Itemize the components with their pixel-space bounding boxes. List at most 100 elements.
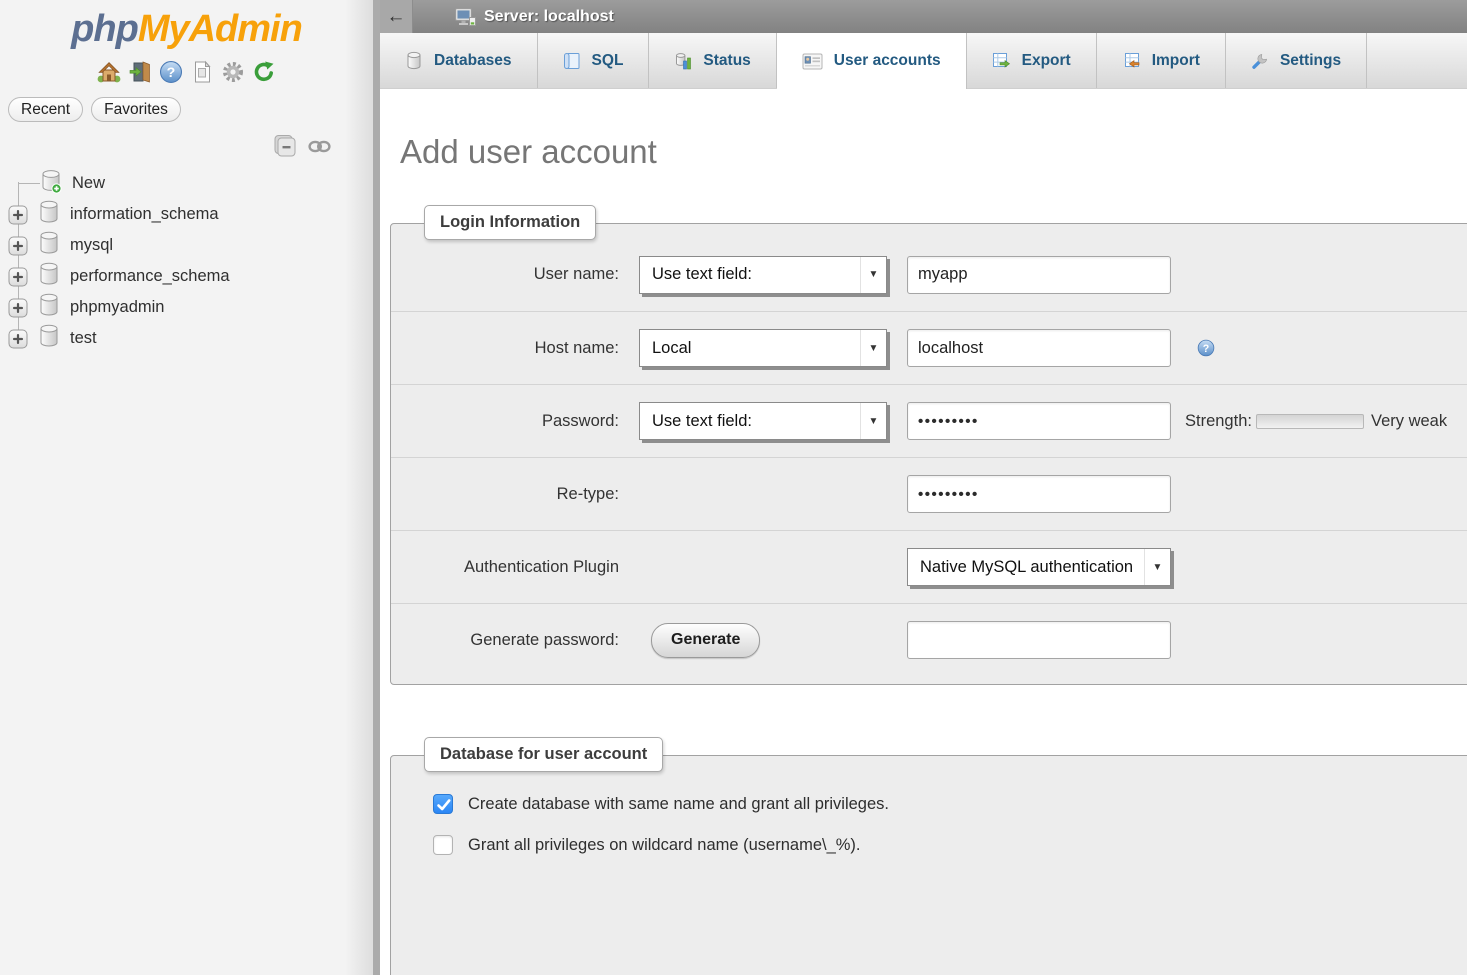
password-input[interactable] bbox=[907, 402, 1171, 440]
sql-icon bbox=[563, 52, 581, 70]
top-tab-bar: Databases SQL bbox=[380, 33, 1467, 89]
generate-button[interactable]: Generate bbox=[651, 623, 760, 658]
server-breadcrumb-bar: ← Server: localhost bbox=[380, 0, 1467, 33]
import-icon bbox=[1122, 52, 1141, 70]
tab-label: Settings bbox=[1280, 52, 1341, 70]
expand-plus-icon[interactable] bbox=[8, 205, 28, 225]
username-input[interactable] bbox=[907, 256, 1171, 294]
chevron-down-icon: ▼ bbox=[860, 330, 886, 366]
sidebar-resizer[interactable] bbox=[373, 0, 380, 975]
auth-plugin-row: Authentication Plugin Native MySQL authe… bbox=[391, 530, 1467, 603]
link-with-main-panel-icon[interactable] bbox=[308, 139, 331, 154]
svg-text:?: ? bbox=[167, 65, 176, 81]
tree-item-database[interactable]: mysql bbox=[0, 230, 373, 261]
documentation-icon[interactable] bbox=[190, 60, 214, 84]
expand-plus-icon[interactable] bbox=[8, 329, 28, 349]
collapse-all-icon[interactable] bbox=[272, 134, 299, 159]
retype-label: Re-type: bbox=[391, 485, 619, 504]
tab-databases[interactable]: Databases bbox=[380, 33, 538, 88]
database-for-user-legend: Database for user account bbox=[424, 737, 663, 772]
tab-user-accounts[interactable]: User accounts bbox=[777, 33, 967, 89]
chevron-down-icon: ▼ bbox=[860, 257, 886, 293]
create-database-option[interactable]: Create database with same name and grant… bbox=[433, 794, 1467, 814]
expand-plus-icon[interactable] bbox=[8, 267, 28, 287]
create-database-checkbox[interactable] bbox=[433, 794, 453, 814]
phpmyadmin-app: phpMyAdmin bbox=[0, 0, 1467, 975]
tab-label: User accounts bbox=[834, 52, 941, 70]
retype-password-input[interactable] bbox=[907, 475, 1171, 513]
user-accounts-icon bbox=[802, 53, 823, 70]
grant-wildcard-option[interactable]: Grant all privileges on wildcard name (u… bbox=[433, 835, 1467, 855]
tree-item-database[interactable]: information_schema bbox=[0, 199, 373, 230]
database-for-user-fieldset: Database for user account Create databas… bbox=[390, 755, 1467, 975]
main-panel: ← Server: localhost bbox=[380, 0, 1467, 975]
logout-icon[interactable] bbox=[128, 60, 152, 84]
tree-item-label[interactable]: information_schema bbox=[70, 205, 219, 224]
hostname-row: Host name: Local ▼ ? bbox=[391, 311, 1467, 384]
tree-item-new[interactable]: New bbox=[0, 168, 373, 199]
sidebar: phpMyAdmin bbox=[0, 0, 373, 975]
password-strength: Strength: Very weak bbox=[1185, 412, 1447, 431]
tab-status[interactable]: Status bbox=[649, 33, 776, 88]
strength-text: Very weak bbox=[1371, 412, 1447, 431]
server-monitor-icon bbox=[454, 6, 477, 28]
tab-label: Import bbox=[1152, 52, 1200, 70]
expand-plus-icon[interactable] bbox=[8, 298, 28, 318]
database-icon bbox=[38, 231, 60, 260]
breadcrumb-server-title: Server: localhost bbox=[484, 8, 614, 26]
tree-item-label[interactable]: mysql bbox=[70, 236, 113, 255]
generate-password-row: Generate password: Generate bbox=[391, 603, 1467, 676]
login-information-legend: Login Information bbox=[424, 205, 596, 240]
settings-gear-icon[interactable] bbox=[221, 60, 245, 84]
username-type-select[interactable]: Use text field: ▼ bbox=[639, 256, 887, 294]
hostname-type-select[interactable]: Local ▼ bbox=[639, 329, 887, 367]
logo-php-text: php bbox=[71, 8, 138, 50]
hostname-label: Host name: bbox=[391, 339, 619, 358]
tree-item-database[interactable]: test bbox=[0, 323, 373, 354]
favorites-button[interactable]: Favorites bbox=[91, 97, 181, 122]
hostname-input[interactable] bbox=[907, 329, 1171, 367]
tree-item-label[interactable]: New bbox=[72, 174, 105, 193]
password-row: Password: Use text field: ▼ Strength: bbox=[391, 384, 1467, 457]
recent-button[interactable]: Recent bbox=[8, 97, 83, 122]
grant-wildcard-label[interactable]: Grant all privileges on wildcard name (u… bbox=[468, 836, 861, 855]
database-icon bbox=[38, 324, 60, 353]
tree-item-label[interactable]: performance_schema bbox=[70, 267, 230, 286]
reload-icon[interactable] bbox=[252, 60, 276, 84]
chevron-down-icon: ▼ bbox=[860, 403, 886, 439]
tab-label: SQL bbox=[592, 52, 624, 70]
chevron-down-icon: ▼ bbox=[1144, 549, 1170, 585]
tab-import[interactable]: Import bbox=[1097, 33, 1226, 88]
password-type-select[interactable]: Use text field: ▼ bbox=[639, 402, 887, 440]
tree-item-label[interactable]: phpmyadmin bbox=[70, 298, 164, 317]
tree-item-database[interactable]: phpmyadmin bbox=[0, 292, 373, 323]
home-icon[interactable] bbox=[97, 60, 121, 84]
hostname-help-icon[interactable]: ? bbox=[1197, 339, 1215, 357]
tab-settings[interactable]: Settings bbox=[1226, 33, 1367, 88]
tree-item-label[interactable]: test bbox=[70, 329, 97, 348]
generated-password-input[interactable] bbox=[907, 621, 1171, 659]
expand-plus-icon[interactable] bbox=[8, 236, 28, 256]
strength-meter bbox=[1256, 414, 1364, 429]
tree-item-database[interactable]: performance_schema bbox=[0, 261, 373, 292]
page-title: Add user account bbox=[400, 133, 1467, 171]
auth-plugin-label: Authentication Plugin bbox=[391, 558, 619, 577]
auth-plugin-select[interactable]: Native MySQL authentication ▼ bbox=[907, 548, 1171, 586]
tab-export[interactable]: Export bbox=[967, 33, 1097, 88]
help-icon[interactable]: ? bbox=[159, 60, 183, 84]
tab-label: Databases bbox=[434, 52, 512, 70]
grant-wildcard-checkbox[interactable] bbox=[433, 835, 453, 855]
database-tree: New information_schema bbox=[0, 168, 373, 354]
tab-sql[interactable]: SQL bbox=[538, 33, 650, 88]
phpmyadmin-logo[interactable]: phpMyAdmin bbox=[0, 0, 373, 51]
sidebar-toolbar: ? bbox=[0, 60, 373, 84]
retype-row: Re-type: bbox=[391, 457, 1467, 530]
back-arrow-button[interactable]: ← bbox=[380, 0, 413, 33]
strength-label: Strength: bbox=[1185, 412, 1252, 431]
sidebar-quick-access: Recent Favorites bbox=[8, 97, 373, 122]
password-label: Password: bbox=[391, 412, 619, 431]
username-label: User name: bbox=[391, 265, 619, 284]
tab-label: Status bbox=[703, 52, 750, 70]
create-database-label[interactable]: Create database with same name and grant… bbox=[468, 795, 889, 814]
database-icon bbox=[38, 293, 60, 322]
